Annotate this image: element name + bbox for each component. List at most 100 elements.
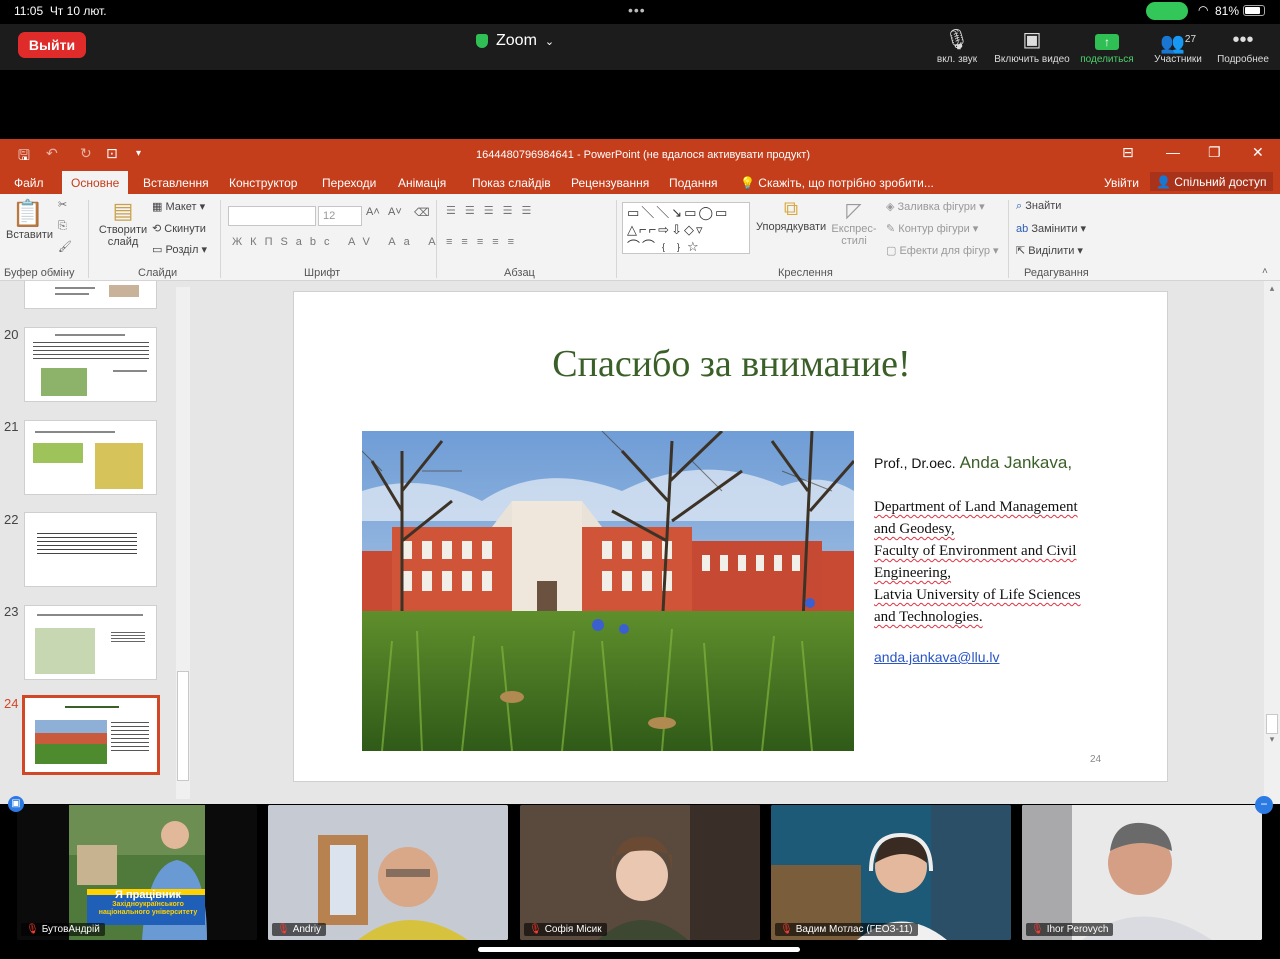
scroll-thumb[interactable] — [177, 671, 189, 781]
slide-thumbnail-19[interactable] — [24, 281, 157, 309]
redo-icon[interactable]: ↻ — [80, 145, 92, 162]
affiliation-line: and Geodesy, — [874, 521, 955, 537]
select-button[interactable]: ⇱ Виділити ▾ — [1016, 244, 1083, 257]
ribbon-display-icon[interactable]: ⊟ — [1122, 144, 1134, 161]
arrange-label: Упорядкувати — [756, 221, 827, 233]
slide-scrollbar[interactable]: ▴ ▾ — [1264, 281, 1280, 804]
tab-animations[interactable]: Анімація — [398, 176, 446, 190]
building-photo-image — [362, 431, 854, 751]
video-tile[interactable]: 🎙 Вадим Мотлас (ГЕОЗ-11) — [771, 805, 1011, 940]
more-button[interactable]: ••• Подробнее — [1212, 26, 1274, 65]
meeting-title-label: Zoom — [496, 32, 537, 49]
replace-icon: ab — [1016, 223, 1029, 235]
signin-link[interactable]: Увійти — [1104, 176, 1139, 190]
font-format-buttons[interactable]: ЖКПSabc AV Aa A — [232, 236, 444, 248]
scroll-up-icon[interactable]: ▴ — [1264, 283, 1280, 294]
group-clipboard: Буфер обміну — [4, 267, 75, 279]
find-label: Знайти — [1025, 200, 1062, 212]
video-tile[interactable]: Я працівник Західноукраїнського націонал… — [17, 805, 257, 940]
shape-effects-button[interactable]: ▢ Ефекти для фігур ▾ — [886, 244, 999, 257]
current-slide[interactable]: Спасибо за внимание! Prof., Dr.oec. Anda… — [293, 291, 1168, 782]
section-button[interactable]: ▭ Розділ ▾ — [152, 243, 207, 256]
annotation-toggle-icon[interactable]: ▣ — [8, 796, 24, 812]
ribbon-separator — [436, 200, 437, 278]
university-building-photo[interactable] — [362, 431, 854, 751]
layout-button[interactable]: ▦ Макет ▾ — [152, 200, 205, 213]
slide-thumbnail-20[interactable] — [24, 327, 157, 402]
slide-thumbnail-22[interactable] — [24, 512, 157, 587]
thumbnail-scrollbar[interactable] — [176, 287, 190, 799]
tell-me-search[interactable]: 💡 Скажіть, що потрібно зробити... — [740, 176, 934, 190]
tab-design[interactable]: Конструктор — [229, 176, 297, 190]
undo-icon[interactable]: ↶ — [46, 145, 58, 162]
participant-name: 🎙 Вадим Мотлас (ГЕОЗ-11) — [775, 923, 918, 936]
tab-slideshow[interactable]: Показ слайдів — [472, 176, 551, 190]
shape-fill-label: Заливка фігури — [897, 201, 977, 213]
find-button[interactable]: ⌕ Знайти — [1016, 200, 1061, 213]
banner-line: Я працівник — [115, 889, 181, 901]
share-button[interactable]: 👤 Спільний доступ — [1150, 172, 1273, 191]
video-tile[interactable]: 🎙 Andriy — [268, 805, 508, 940]
scroll-thumb[interactable] — [1266, 714, 1278, 734]
tab-file[interactable]: Файл — [14, 176, 44, 190]
tab-home[interactable]: Основне — [62, 171, 129, 194]
reset-button[interactable]: ⟲ Скинути — [152, 222, 206, 235]
shield-icon — [476, 34, 488, 48]
participants-button[interactable]: 👥27 Участники — [1148, 26, 1208, 65]
slide-title[interactable]: Спасибо за внимание! — [294, 342, 1169, 386]
copy-icon[interactable]: ⎘ — [58, 220, 67, 233]
tab-review[interactable]: Рецензування — [571, 176, 649, 190]
arrange-button[interactable]: ⧉ Упорядкувати — [756, 198, 826, 233]
start-slideshow-icon[interactable]: ⊡ — [106, 145, 118, 162]
format-painter-icon[interactable]: 🖌 — [58, 240, 72, 253]
ios-status-bar: 11:05 Чт 10 лют. ••• ◠ 81% — [0, 0, 1280, 24]
start-video-button[interactable]: ▣ Включить видео — [992, 26, 1072, 65]
powerpoint-window: 🖫 ↶ ↻ ⊡ ▾ 1644480796984641 - PowerPoint … — [0, 139, 1280, 911]
clear-format-icon[interactable]: ⌫ — [414, 206, 430, 219]
font-size-box[interactable]: 12 — [318, 206, 362, 226]
shrink-font-icon[interactable]: A˅ — [388, 206, 402, 218]
grow-font-icon[interactable]: A˄ — [366, 206, 380, 218]
collapse-gallery-icon[interactable]: − — [1255, 796, 1273, 814]
share-screen-button[interactable]: ↑ поделиться — [1074, 26, 1140, 65]
close-icon[interactable]: ✕ — [1252, 144, 1264, 161]
slide-thumbnail-21[interactable] — [24, 420, 157, 495]
start-video-label: Включить видео — [994, 54, 1070, 65]
author-email-link[interactable]: anda.jankava@llu.lv — [874, 646, 1136, 668]
video-tile[interactable]: 🎙 Ihor Perovych — [1022, 805, 1262, 940]
shapes-gallery[interactable]: ▭＼＼↘▭◯▭ △⌐⌐⇨⇩◇▿ ⌒⌒﹛﹜☆ — [622, 202, 750, 254]
minimize-icon[interactable]: — — [1166, 144, 1180, 160]
font-family-box[interactable] — [228, 206, 316, 226]
shape-fill-button[interactable]: ◈ Заливка фігури ▾ — [886, 200, 985, 213]
new-slide-button[interactable]: ▤ Створити слайд — [96, 198, 150, 248]
tab-insert[interactable]: Вставлення — [143, 176, 209, 190]
scroll-down-icon[interactable]: ▾ — [1264, 734, 1280, 745]
slide-number: 22 — [4, 512, 19, 527]
restore-icon[interactable]: ❐ — [1208, 144, 1221, 161]
author-info[interactable]: Prof., Dr.oec. Anda Jankava, Department … — [874, 452, 1136, 668]
list-buttons[interactable]: ☰☰☰☰☰ — [446, 204, 540, 217]
meeting-title[interactable]: Zoom ⌄ — [476, 32, 554, 50]
align-buttons[interactable]: ≡≡≡≡≡ — [446, 236, 523, 248]
replace-button[interactable]: ab Замінити ▾ — [1016, 222, 1086, 235]
customize-toolbar-icon[interactable]: ▾ — [136, 148, 141, 159]
video-tile[interactable]: 🎙 Софія Місик — [520, 805, 760, 940]
cut-icon[interactable]: ✂ — [58, 198, 67, 211]
home-indicator[interactable] — [478, 947, 800, 952]
quick-styles-button[interactable]: ◸ Експрес-стилі — [830, 198, 878, 247]
lightbulb-icon: 💡 — [740, 176, 755, 190]
slide-thumbnail-24-selected[interactable] — [22, 695, 160, 775]
save-icon[interactable]: 🖫 — [18, 145, 30, 169]
multitask-dots-icon[interactable]: ••• — [628, 2, 646, 18]
participant-name: 🎙 Andriy — [272, 923, 327, 936]
paste-button[interactable]: 📋 Вставити — [6, 198, 53, 241]
slide-thumbnail-23[interactable] — [24, 605, 157, 680]
tab-transitions[interactable]: Переходи — [322, 176, 376, 190]
slide-page-number: 24 — [1090, 754, 1102, 765]
unmute-button[interactable]: 🎙 вкл. звук — [930, 26, 984, 65]
call-indicator-icon[interactable] — [1146, 2, 1188, 20]
tab-view[interactable]: Подання — [669, 176, 717, 190]
leave-button[interactable]: Выйти — [18, 32, 86, 58]
collapse-ribbon-icon[interactable]: ˄ — [1262, 266, 1268, 277]
shape-outline-button[interactable]: ✎ Контур фігури ▾ — [886, 222, 978, 235]
